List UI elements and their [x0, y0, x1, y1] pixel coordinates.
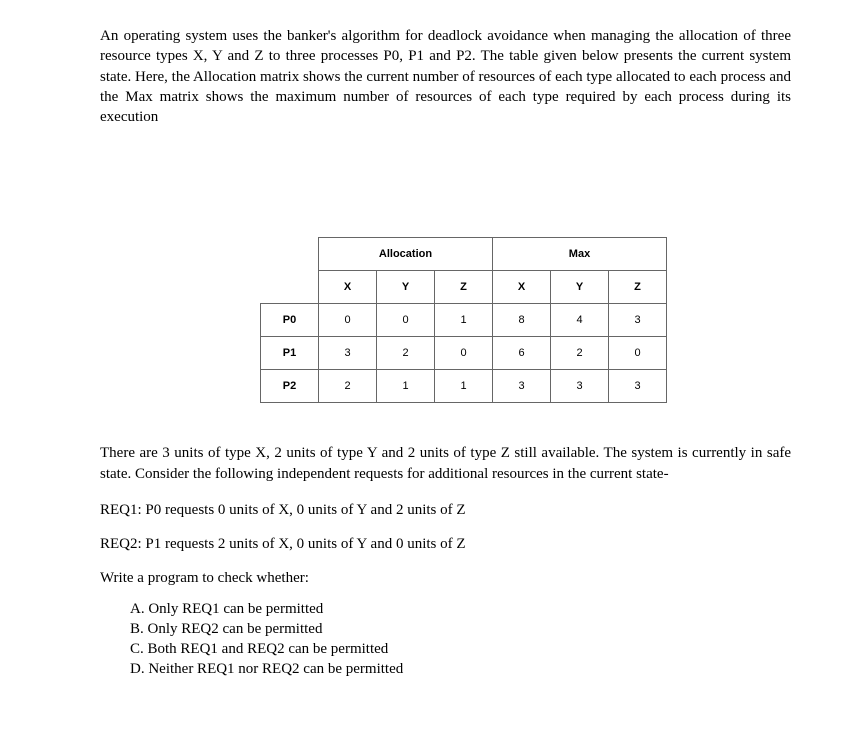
table-row: P2 2 1 1 3 3 3: [261, 370, 667, 403]
cell: 2: [551, 337, 609, 370]
cell: 3: [551, 370, 609, 403]
cell: 3: [493, 370, 551, 403]
option-a: A. Only REQ1 can be permitted: [130, 599, 791, 619]
answer-options: A. Only REQ1 can be permitted B. Only RE…: [130, 599, 791, 680]
option-b: B. Only REQ2 can be permitted: [130, 619, 791, 639]
cell: 1: [435, 370, 493, 403]
col-max-y: Y: [551, 271, 609, 304]
cell: 0: [377, 304, 435, 337]
table-row: P0 0 0 1 8 4 3: [261, 304, 667, 337]
cell: 3: [319, 337, 377, 370]
cell: 6: [493, 337, 551, 370]
proc-label: P1: [261, 337, 319, 370]
cell: 3: [609, 304, 667, 337]
group-allocation: Allocation: [319, 238, 493, 271]
blank-cell: [261, 271, 319, 304]
proc-label: P0: [261, 304, 319, 337]
option-c: C. Both REQ1 and REQ2 can be permitted: [130, 639, 791, 659]
cell: 2: [319, 370, 377, 403]
cell: 8: [493, 304, 551, 337]
col-alloc-y: Y: [377, 271, 435, 304]
cell: 0: [435, 337, 493, 370]
table-row: P1 3 2 0 6 2 0: [261, 337, 667, 370]
col-max-z: Z: [609, 271, 667, 304]
cell: 3: [609, 370, 667, 403]
option-d: D. Neither REQ1 nor REQ2 can be permitte…: [130, 659, 791, 679]
cell: 2: [377, 337, 435, 370]
cell: 0: [609, 337, 667, 370]
col-alloc-z: Z: [435, 271, 493, 304]
write-program-prompt: Write a program to check whether:: [100, 568, 791, 588]
req2-text: REQ2: P1 requests 2 units of X, 0 units …: [100, 534, 791, 554]
col-alloc-x: X: [319, 271, 377, 304]
req1-text: REQ1: P0 requests 0 units of X, 0 units …: [100, 500, 791, 520]
cell: 1: [377, 370, 435, 403]
system-state-table: Allocation Max X Y Z X Y Z P0 0 0 1 8 4 …: [260, 237, 791, 403]
proc-label: P2: [261, 370, 319, 403]
available-paragraph: There are 3 units of type X, 2 units of …: [100, 443, 791, 484]
group-max: Max: [493, 238, 667, 271]
cell: 1: [435, 304, 493, 337]
col-max-x: X: [493, 271, 551, 304]
blank-cell: [261, 238, 319, 271]
cell: 0: [319, 304, 377, 337]
intro-paragraph: An operating system uses the banker's al…: [100, 26, 791, 127]
cell: 4: [551, 304, 609, 337]
